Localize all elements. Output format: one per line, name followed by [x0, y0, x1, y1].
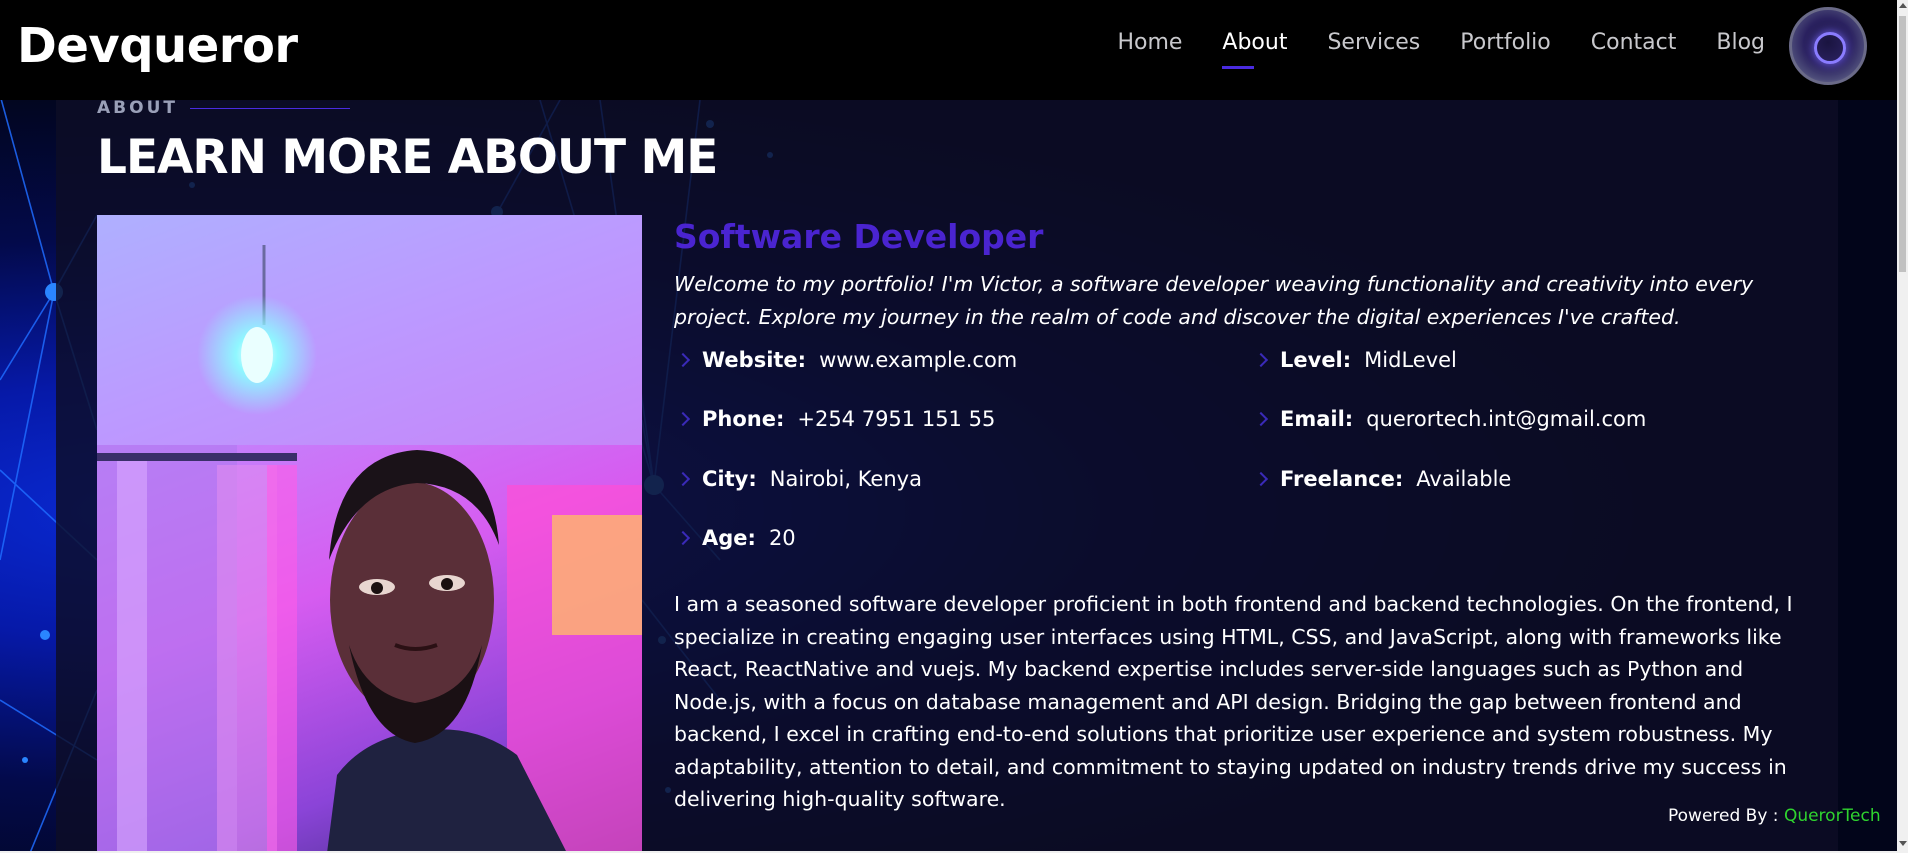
info-level: Level: MidLevel	[1252, 348, 1457, 372]
nav-portfolio[interactable]: Portfolio	[1460, 30, 1551, 55]
website-link[interactable]: www.example.com	[819, 348, 1017, 372]
profile-photo-illustration	[97, 215, 642, 853]
info-value: MidLevel	[1364, 348, 1457, 372]
chevron-right-icon	[675, 471, 691, 487]
info-key: Phone:	[702, 407, 785, 431]
info-city: City: Nairobi, Kenya	[674, 467, 922, 491]
info-key: Email:	[1280, 407, 1354, 431]
info-key: Level:	[1280, 348, 1352, 372]
scroll-down-arrow-icon[interactable]	[1899, 841, 1907, 846]
section-label: ABOUT	[97, 98, 178, 118]
chevron-right-icon	[1253, 411, 1269, 427]
about-content: Software Developer Welcome to my portfol…	[674, 215, 1834, 816]
nav-blog[interactable]: Blog	[1716, 30, 1765, 55]
powered-by: Powered By : QuerorTech	[1668, 806, 1881, 826]
info-key: Website:	[702, 348, 807, 372]
info-value: Nairobi, Kenya	[769, 467, 922, 491]
section-label-divider	[190, 108, 350, 109]
info-website: Website: www.example.com	[674, 348, 1017, 372]
glowing-ring-avatar-icon	[1814, 32, 1846, 64]
info-value: 20	[768, 526, 796, 550]
nav-home[interactable]: Home	[1117, 30, 1182, 55]
vertical-scrollbar[interactable]	[1897, 0, 1908, 853]
profile-photo	[97, 215, 642, 853]
scroll-up-arrow-icon[interactable]	[1899, 3, 1907, 8]
nav-about[interactable]: About	[1222, 30, 1287, 69]
info-grid: Website: www.example.com Level: MidLevel…	[674, 348, 1834, 588]
info-freelance: Freelance: Available	[1252, 467, 1511, 491]
nav-services[interactable]: Services	[1327, 30, 1420, 55]
info-key: Age:	[702, 526, 756, 550]
site-header: Devqueror Home About Services Portfolio …	[0, 0, 1908, 100]
info-key: City:	[702, 467, 757, 491]
info-phone: Phone: +254 7951 151 55	[674, 407, 995, 431]
intro-text: Welcome to my portfolio! I'm Victor, a s…	[674, 272, 1754, 329]
info-value: Available	[1416, 467, 1512, 491]
powered-by-brand-link[interactable]: QuerorTech	[1784, 806, 1881, 826]
chevron-right-icon	[675, 411, 691, 427]
info-age: Age: 20	[674, 526, 796, 550]
info-key: Freelance:	[1280, 467, 1404, 491]
email-value: querortech.int@gmail.com	[1366, 407, 1647, 431]
main-nav: Home About Services Portfolio Contact Bl…	[1077, 30, 1765, 69]
section-title: LEARN MORE ABOUT ME	[97, 130, 718, 185]
info-email: Email: querortech.int@gmail.com	[1252, 407, 1646, 431]
role-heading: Software Developer	[674, 217, 1044, 256]
site-logo[interactable]: Devqueror	[17, 18, 298, 74]
chevron-right-icon	[675, 530, 691, 546]
scroll-thumb[interactable]	[1899, 16, 1906, 272]
chevron-right-icon	[1253, 471, 1269, 487]
nav-contact[interactable]: Contact	[1591, 30, 1677, 55]
avatar[interactable]	[1789, 7, 1867, 85]
phone-value: +254 7951 151 55	[797, 407, 996, 431]
chevron-right-icon	[1253, 352, 1269, 368]
powered-by-label: Powered By :	[1668, 806, 1784, 826]
bio-text: I am a seasoned software developer profi…	[674, 592, 1793, 811]
chevron-right-icon	[675, 352, 691, 368]
